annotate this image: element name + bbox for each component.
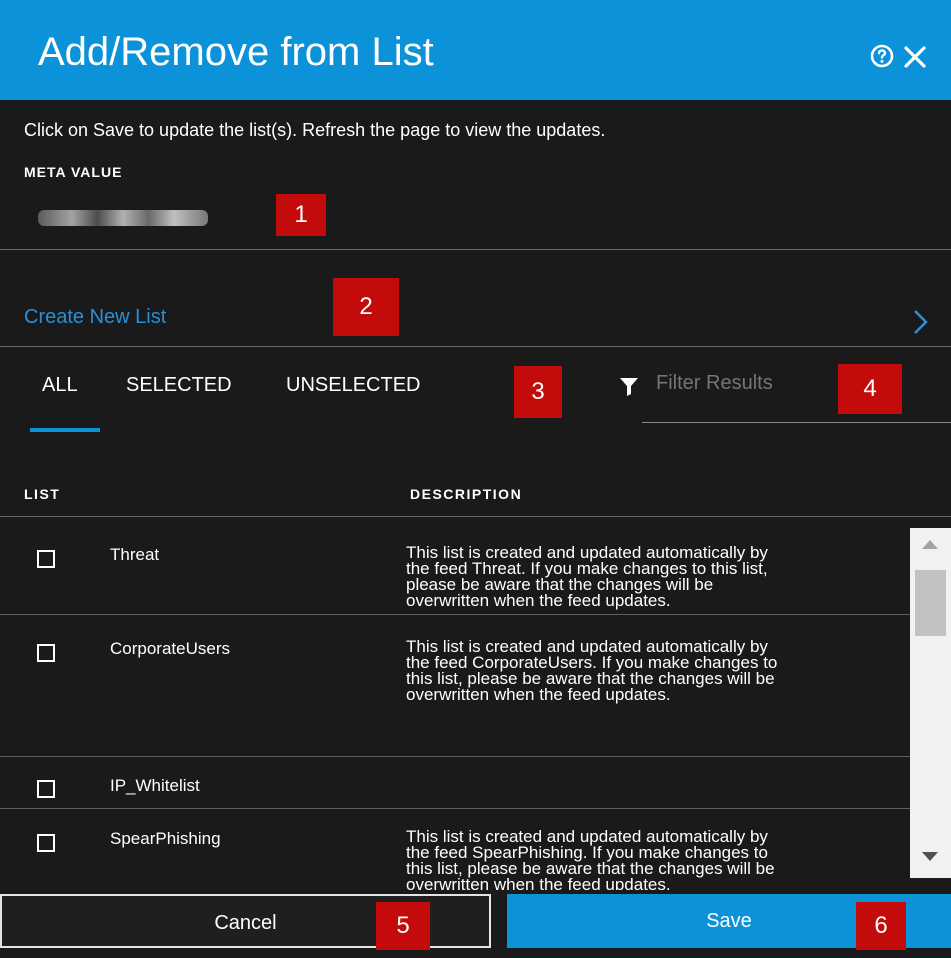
callout-3: 3	[514, 366, 562, 418]
tab-unselected[interactable]: UNSELECTED	[286, 374, 420, 397]
row-checkbox[interactable]	[37, 834, 55, 852]
row-divider	[0, 614, 910, 615]
row-divider	[0, 808, 910, 809]
callout-1: 1	[276, 194, 326, 236]
callout-6: 6	[856, 902, 906, 950]
row-description: This list is created and updated automat…	[406, 827, 775, 890]
meta-value-label: META VALUE	[24, 164, 123, 180]
row-list-name: IP_Whitelist	[110, 776, 200, 795]
scroll-up-arrow-icon[interactable]	[922, 540, 938, 549]
callout-2: 2	[333, 278, 399, 336]
row-checkbox[interactable]	[37, 644, 55, 662]
table-row: SpearPhishing This list is created and u…	[0, 826, 910, 890]
scroll-thumb[interactable]	[915, 570, 946, 636]
dialog-title: Add/Remove from List	[38, 30, 434, 74]
column-header-list: LIST	[24, 486, 61, 502]
close-icon[interactable]	[902, 44, 928, 70]
row-description: This list is created and updated automat…	[406, 637, 778, 704]
scroll-down-arrow-icon[interactable]	[922, 852, 938, 861]
meta-value-redacted	[38, 210, 208, 226]
meta-divider	[0, 249, 951, 250]
help-circle-icon[interactable]	[870, 44, 894, 68]
add-remove-list-dialog: Add/Remove from List Click on Save to up…	[0, 0, 951, 958]
row-description: This list is created and updated automat…	[406, 543, 768, 610]
tab-selected[interactable]: SELECTED	[126, 374, 232, 397]
table-row: CorporateUsers This list is created and …	[0, 634, 910, 734]
row-list-name: Threat	[110, 545, 160, 564]
table-scrollbar[interactable]	[910, 528, 951, 878]
create-list-divider	[0, 346, 951, 347]
row-checkbox[interactable]	[37, 780, 55, 798]
row-checkbox[interactable]	[37, 550, 55, 568]
filter-underline	[642, 422, 951, 423]
callout-5: 5	[376, 902, 430, 950]
chevron-right-icon[interactable]	[910, 308, 930, 336]
callout-4: 4	[838, 364, 902, 414]
row-list-name: SpearPhishing	[110, 829, 221, 848]
active-tab-indicator	[30, 428, 100, 432]
row-divider	[0, 756, 910, 757]
column-header-description: DESCRIPTION	[410, 486, 523, 502]
create-new-list-link[interactable]: Create New List	[24, 306, 166, 329]
header-divider	[0, 516, 951, 517]
tab-all[interactable]: ALL	[42, 374, 78, 397]
instructions-text: Click on Save to update the list(s). Ref…	[24, 120, 606, 140]
dialog-titlebar: Add/Remove from List	[0, 0, 951, 100]
list-table: Threat This list is created and updated …	[0, 518, 951, 890]
filter-results-input[interactable]	[656, 372, 826, 395]
table-row: Threat This list is created and updated …	[0, 540, 910, 640]
row-list-name: CorporateUsers	[110, 639, 230, 658]
filter-icon	[620, 378, 638, 396]
